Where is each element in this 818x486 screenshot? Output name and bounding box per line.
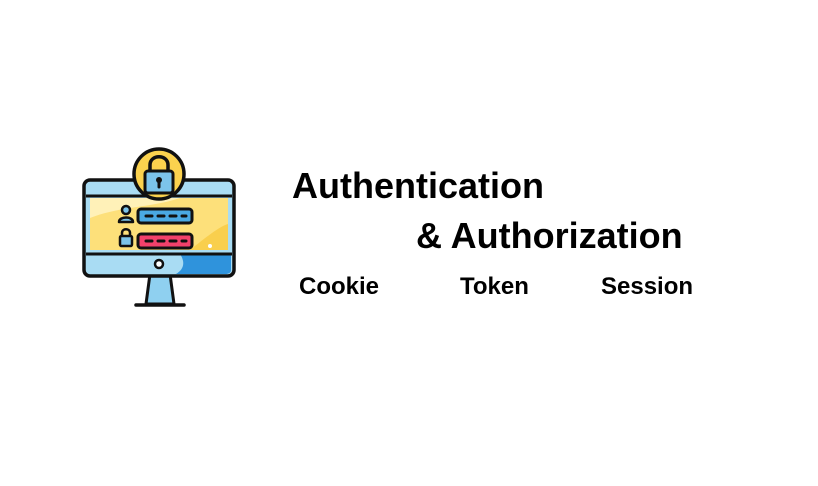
keyword-token: Token xyxy=(460,273,529,300)
computer-lock-login-icon xyxy=(82,147,236,307)
monitor-stand xyxy=(134,272,186,307)
heading-authorization: & Authorization xyxy=(416,215,683,256)
heading-authentication: Authentication xyxy=(292,165,544,206)
lock-icon xyxy=(132,147,186,201)
keyword-session: Session xyxy=(601,273,694,300)
computer-lock-illustration xyxy=(80,146,240,310)
keyword-cookie: Cookie xyxy=(299,273,380,300)
